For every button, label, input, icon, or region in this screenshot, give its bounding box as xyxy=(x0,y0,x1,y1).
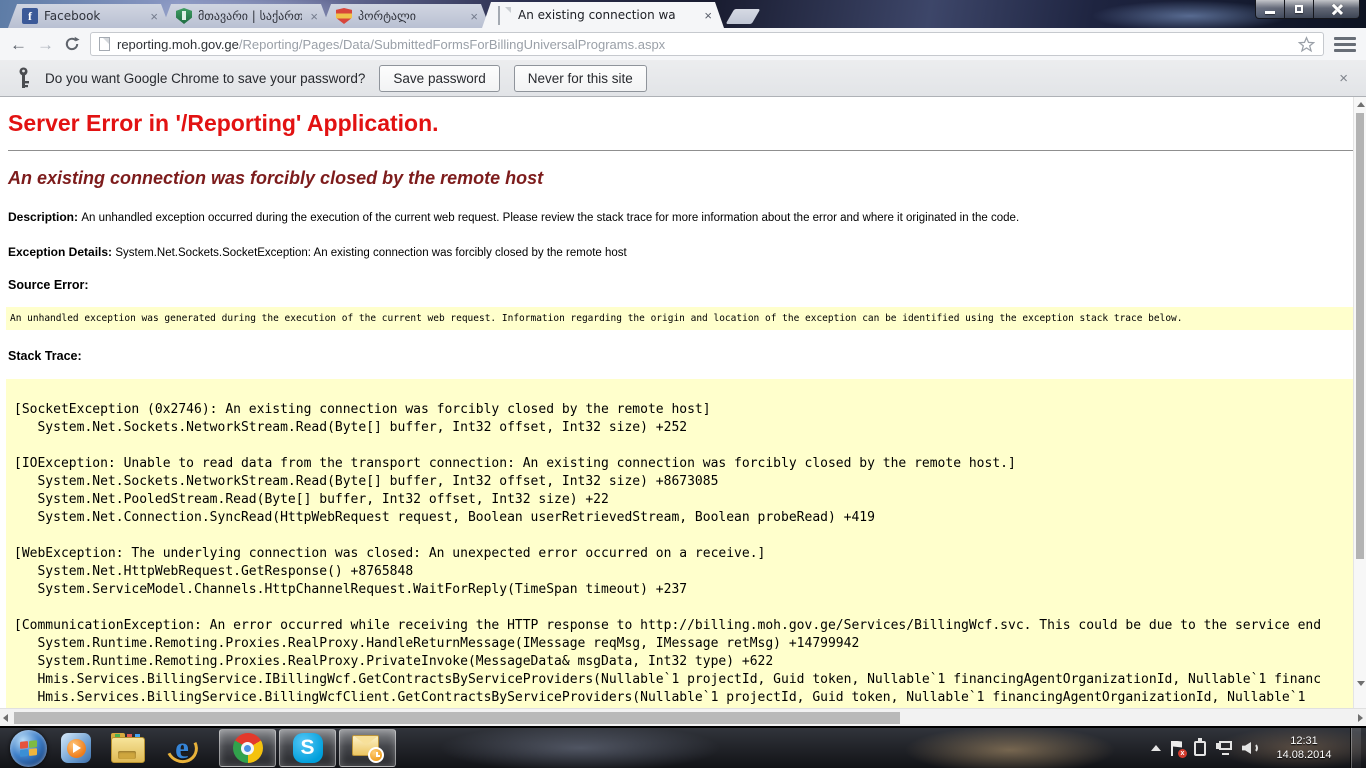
horizontal-scroll-thumb[interactable] xyxy=(14,712,900,724)
back-button[interactable]: ← xyxy=(10,36,27,53)
scroll-down-icon[interactable] xyxy=(1357,681,1365,686)
tab-close-icon[interactable]: × xyxy=(468,10,480,23)
stack-trace-text: [SocketException (0x2746): An existing c… xyxy=(14,383,1352,708)
skype-icon: S xyxy=(293,733,323,763)
minimize-button[interactable] xyxy=(1255,0,1285,19)
internet-explorer-icon: e xyxy=(165,732,199,764)
taskbar-item-media-player[interactable] xyxy=(61,733,91,763)
reload-icon[interactable] xyxy=(64,36,80,52)
source-error-label: Source Error: xyxy=(8,278,1358,292)
scroll-left-icon[interactable] xyxy=(3,714,8,722)
taskbar-clock[interactable]: 12:31 14.08.2014 xyxy=(1268,734,1340,762)
tab-close-icon[interactable]: × xyxy=(308,10,320,23)
bookmark-star-icon[interactable] xyxy=(1298,36,1315,53)
chrome-icon xyxy=(233,733,263,763)
exception-text: System.Net.Sockets.SocketException: An e… xyxy=(115,247,626,259)
tab-moh-home[interactable]: მთავარი | საქართველოს × xyxy=(162,4,330,28)
clock-time: 12:31 xyxy=(1268,734,1340,748)
address-bar[interactable]: reporting.moh.gov.ge/Reporting/Pages/Dat… xyxy=(90,32,1324,56)
scroll-right-icon[interactable] xyxy=(1358,714,1363,722)
tab-title: An existing connection wa xyxy=(518,8,696,22)
tab-title: Facebook xyxy=(44,9,142,23)
url-path: /Reporting/Pages/Data/SubmittedFormsForB… xyxy=(239,37,665,52)
taskbar-item-explorer[interactable] xyxy=(111,733,145,763)
exception-line: Exception Details: System.Net.Sockets.So… xyxy=(8,245,1358,259)
stack-trace-box: [SocketException (0x2746): An existing c… xyxy=(6,379,1360,708)
volume-icon[interactable] xyxy=(1242,741,1258,755)
forward-button[interactable]: → xyxy=(37,36,54,53)
key-icon xyxy=(16,67,31,89)
folder-icon xyxy=(111,737,145,763)
description-text: An unhandled exception occurred during t… xyxy=(81,212,1019,224)
network-icon[interactable] xyxy=(1216,741,1232,755)
taskbar-item-skype[interactable]: S xyxy=(279,729,336,767)
chrome-menu-icon[interactable] xyxy=(1334,35,1356,54)
document-icon xyxy=(498,6,500,25)
never-for-this-site-button[interactable]: Never for this site xyxy=(514,65,647,92)
window-controls xyxy=(1255,0,1360,19)
clock-date: 14.08.2014 xyxy=(1268,748,1340,762)
minimize-icon xyxy=(1265,11,1275,14)
windows-logo-icon xyxy=(20,740,37,757)
url-text: reporting.moh.gov.ge/Reporting/Pages/Dat… xyxy=(117,37,1291,52)
remove-hardware-icon[interactable] xyxy=(1194,741,1206,756)
media-player-icon xyxy=(61,733,91,763)
error-title: Server Error in '/Reporting' Application… xyxy=(8,110,1358,137)
infobar-message: Do you want Google Chrome to save your p… xyxy=(45,71,365,86)
source-error-box: An unhandled exception was generated dur… xyxy=(6,307,1360,330)
restore-button[interactable] xyxy=(1285,0,1314,19)
georgia-emblem-icon xyxy=(336,8,352,24)
tab-active-error-page[interactable]: An existing connection wa × xyxy=(482,2,724,28)
taskbar: e S x 12:31 14.08.2014 xyxy=(0,728,1366,768)
tab-close-icon[interactable]: × xyxy=(148,10,160,23)
close-button[interactable] xyxy=(1314,0,1360,19)
vertical-scroll-thumb[interactable] xyxy=(1356,113,1364,559)
facebook-icon: f xyxy=(22,8,38,24)
save-password-infobar: Do you want Google Chrome to save your p… xyxy=(0,60,1366,97)
start-button[interactable] xyxy=(10,730,47,767)
exception-label: Exception Details: xyxy=(8,245,115,259)
restore-icon xyxy=(1295,5,1303,13)
stack-trace-label: Stack Trace: xyxy=(8,349,1358,363)
tab-strip: f Facebook × მთავარი | საქართველოს × პორ… xyxy=(8,2,756,28)
show-desktop-button[interactable] xyxy=(1350,728,1361,768)
show-hidden-icons-icon[interactable] xyxy=(1151,745,1161,751)
taskbar-item-chrome[interactable] xyxy=(219,729,276,767)
description-line: Description: An unhandled exception occu… xyxy=(8,210,1358,224)
vertical-scrollbar[interactable] xyxy=(1353,97,1366,708)
new-tab-button[interactable] xyxy=(726,9,761,24)
tab-portal[interactable]: პორტალი × xyxy=(322,4,490,28)
error-page: Server Error in '/Reporting' Application… xyxy=(0,97,1366,708)
browser-window: f Facebook × მთავარი | საქართველოს × პორ… xyxy=(0,0,1366,728)
taskbar-item-outlook[interactable] xyxy=(339,729,396,767)
error-subtitle: An existing connection was forcibly clos… xyxy=(8,168,1358,189)
moh-shield-icon xyxy=(176,8,192,24)
tab-title: მთავარი | საქართველოს xyxy=(198,9,302,23)
outlook-icon xyxy=(352,733,384,763)
scroll-up-icon[interactable] xyxy=(1357,102,1365,107)
save-password-button[interactable]: Save password xyxy=(379,65,499,92)
titlebar: f Facebook × მთავარი | საქართველოს × პორ… xyxy=(0,0,1366,28)
tab-close-icon[interactable]: × xyxy=(702,9,714,22)
horizontal-scrollbar[interactable] xyxy=(0,708,1366,726)
tab-facebook[interactable]: f Facebook × xyxy=(8,4,170,28)
system-tray: x 12:31 14.08.2014 xyxy=(1151,728,1366,768)
taskbar-item-internet-explorer[interactable]: e xyxy=(165,732,199,764)
url-host: reporting.moh.gov.ge xyxy=(117,37,239,52)
infobar-close-icon[interactable]: × xyxy=(1337,70,1350,87)
divider xyxy=(8,150,1358,151)
page-icon xyxy=(99,37,110,51)
description-label: Description: xyxy=(8,210,81,224)
action-center-flag-icon[interactable]: x xyxy=(1171,741,1184,756)
browser-toolbar: ← → reporting.moh.gov.ge/Reporting/Pages… xyxy=(0,28,1366,60)
close-icon xyxy=(1331,3,1343,15)
tab-title: პორტალი xyxy=(358,9,462,23)
